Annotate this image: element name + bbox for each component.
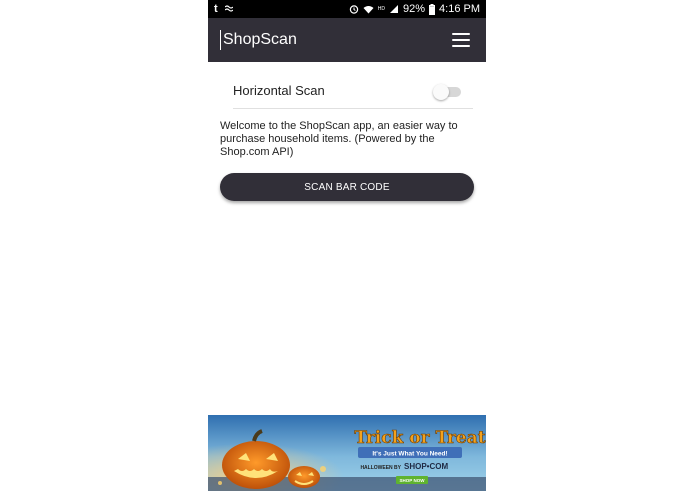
clock: 4:16 PM [439, 3, 480, 15]
battery-icon [429, 0, 436, 18]
scan-barcode-button[interactable]: SCAN BAR CODE [220, 173, 474, 201]
horizontal-scan-label: Horizontal Scan [233, 83, 325, 98]
tumblr-icon: t [214, 3, 218, 15]
horizontal-scan-toggle[interactable] [433, 84, 461, 100]
ad-headline: Trick or Treat [354, 428, 485, 448]
notification-icon [224, 0, 233, 18]
network-type-label: HD [377, 6, 385, 12]
status-bar: t HD 92% 4:16 PM [208, 0, 486, 18]
ad-subline: It's Just What You Need! [372, 451, 447, 458]
ad-banner[interactable]: Trick or Treat It's Just What You Need! … [208, 415, 486, 491]
ad-shop-now-button[interactable]: SHOP NOW [400, 478, 426, 483]
battery-percent: 92% [403, 3, 426, 15]
ad-brand: SHOP•COM [404, 462, 448, 471]
horizontal-scan-setting[interactable]: Horizontal Scan [233, 74, 473, 109]
wifi-icon [363, 0, 374, 18]
app-bar: ShopScan [208, 18, 486, 62]
alarm-icon [349, 0, 359, 18]
toggle-thumb [433, 84, 449, 100]
app-title: ShopScan [220, 30, 297, 50]
welcome-text: Welcome to the ShopScan app, an easier w… [220, 120, 458, 158]
app-screen: t HD 92% 4:16 PM ShopScan Horizontal Sca… [208, 0, 486, 494]
hamburger-menu-icon[interactable] [452, 32, 470, 48]
small-pumpkin-icon [288, 466, 320, 488]
ad-tag-prefix: HALLOWEEN BY [360, 465, 401, 471]
signal-icon [389, 0, 399, 18]
